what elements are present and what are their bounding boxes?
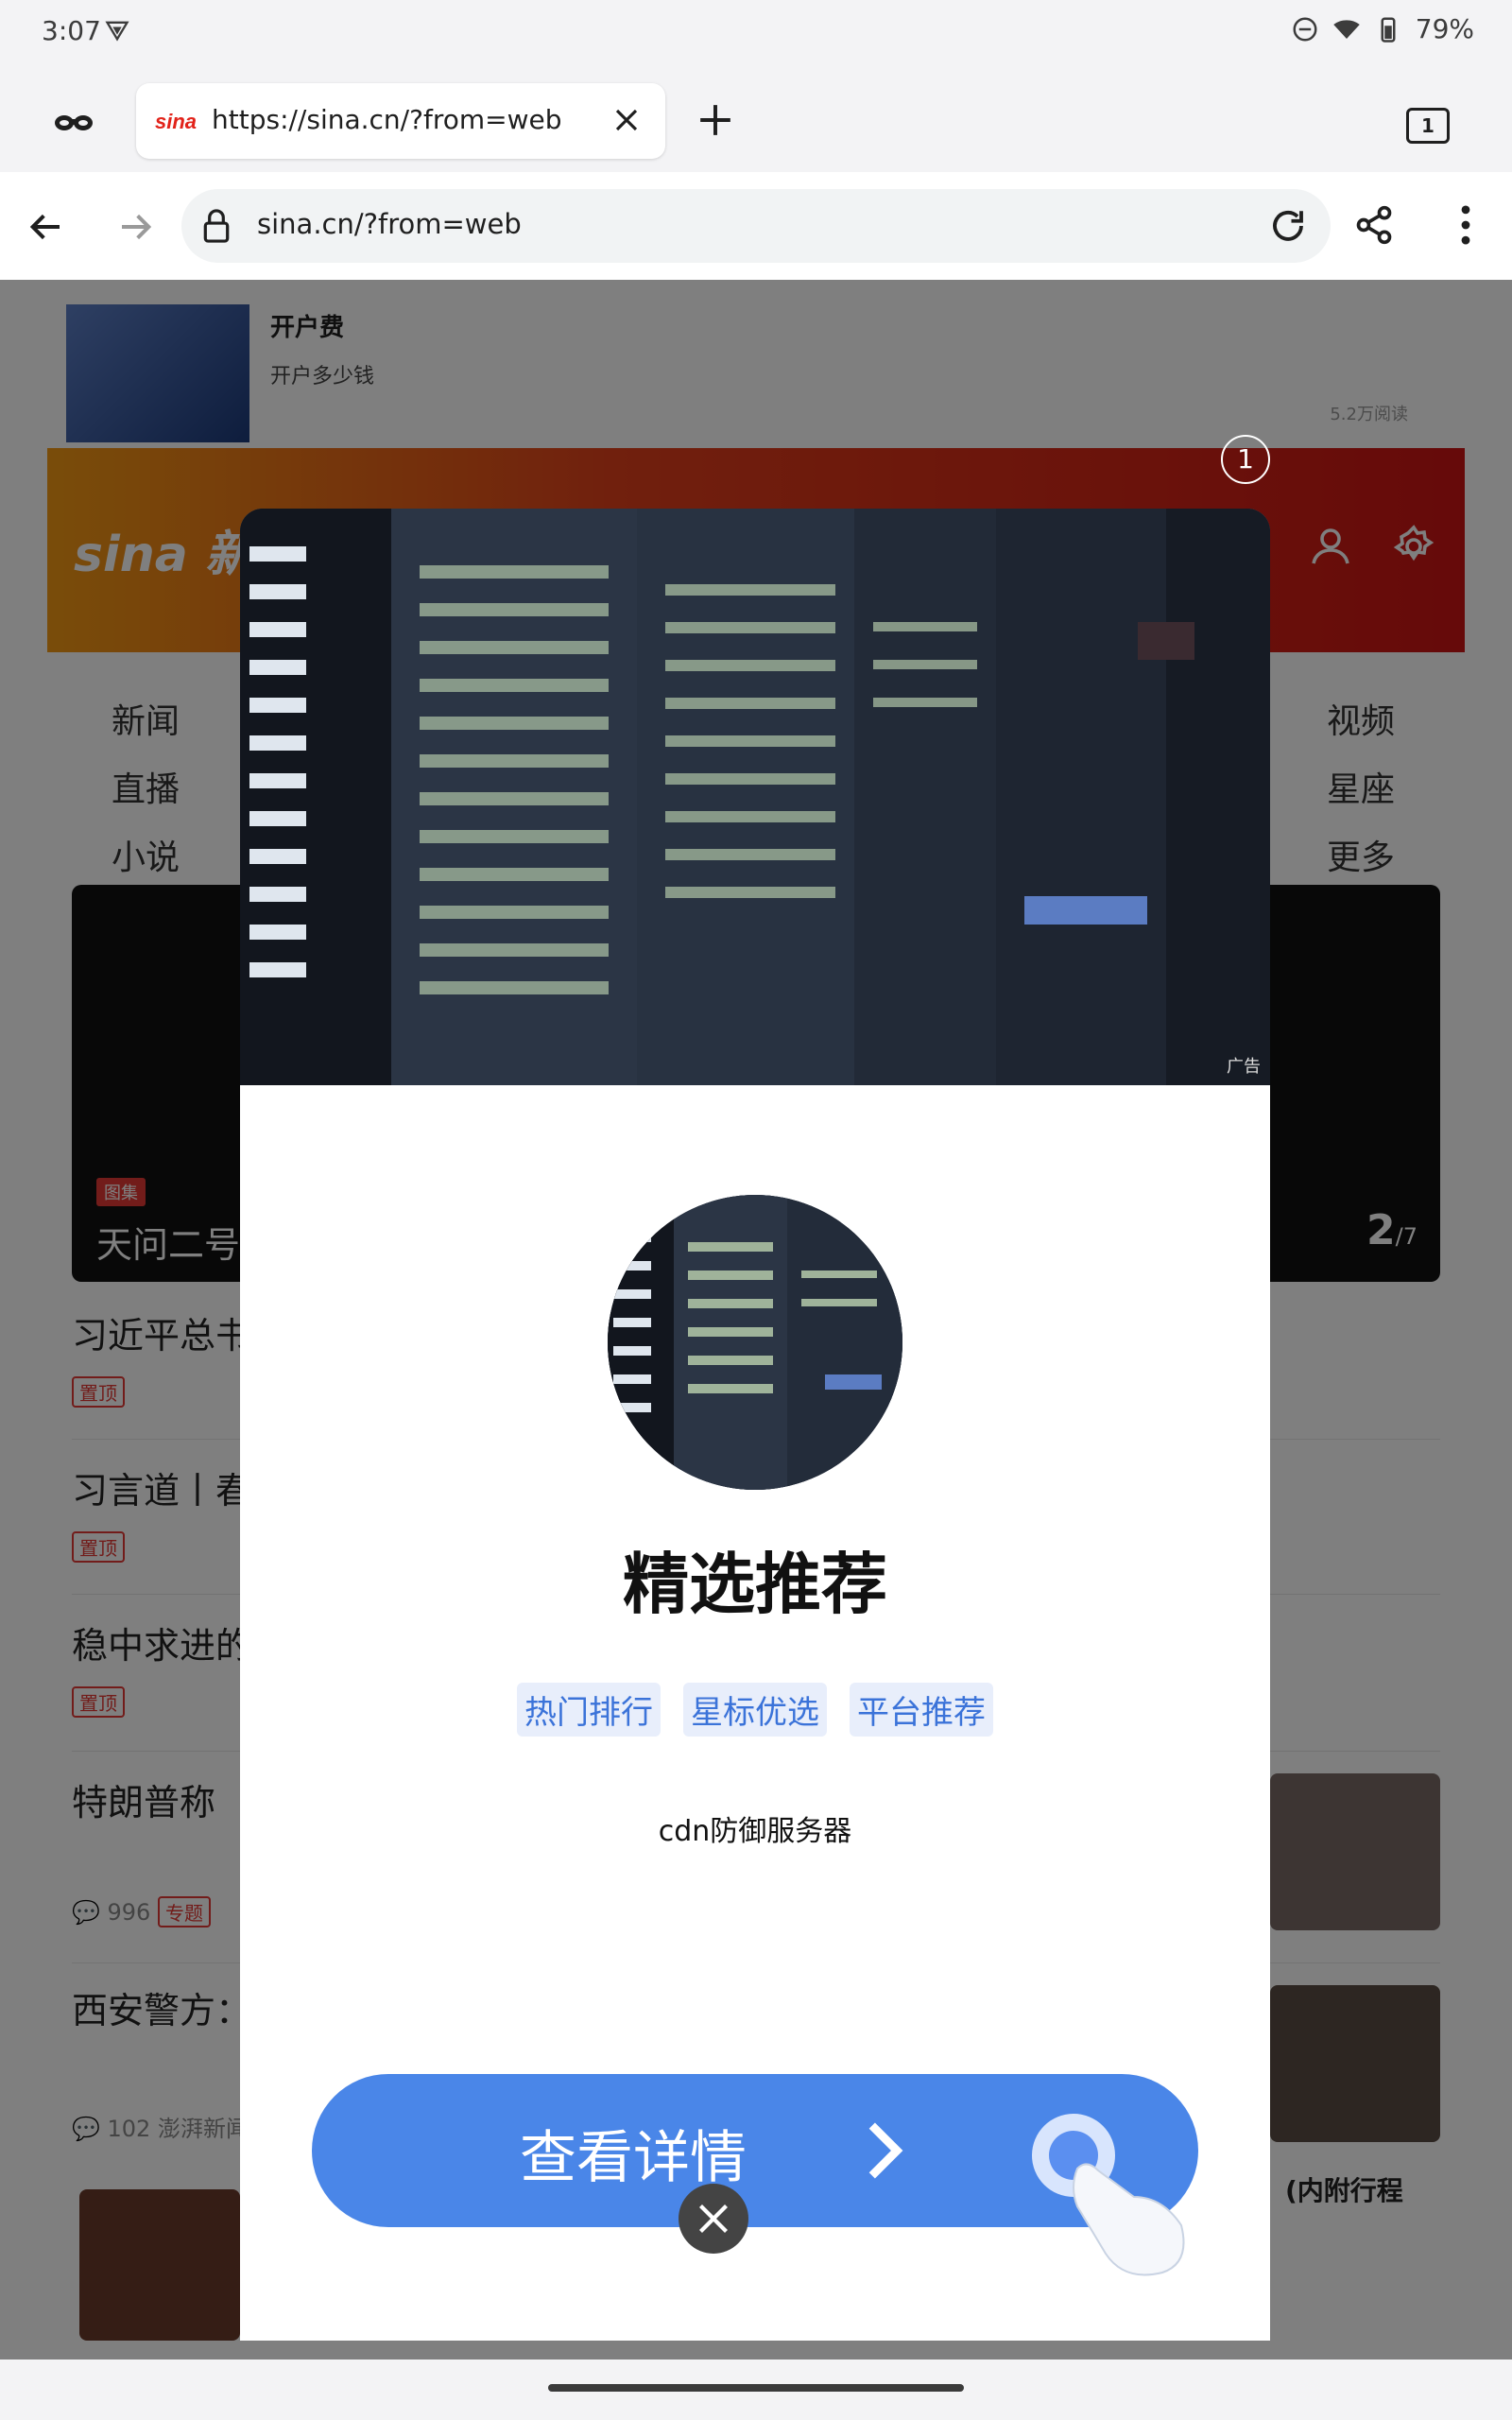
battery-level: 79% xyxy=(1415,13,1474,44)
share-icon[interactable] xyxy=(1353,204,1395,246)
ad-countdown: 1 xyxy=(1221,435,1270,484)
popup-description: cdn防御服务器 xyxy=(658,1815,852,1848)
close-icon xyxy=(699,2204,728,2233)
svg-text:sina: sina xyxy=(155,110,197,133)
address-bar[interactable]: sina.cn/?from=web xyxy=(181,189,1331,263)
popup-tags: 热门排行 星标优选 平台推荐 xyxy=(240,1683,1270,1737)
status-time: 3:07 xyxy=(42,15,101,46)
popup-hero-image[interactable]: 广告 xyxy=(240,509,1270,1085)
browser-toolbar: sina.cn/?from=web xyxy=(0,172,1512,280)
tag-star-selection: 星标优选 xyxy=(683,1683,827,1737)
new-tab-icon[interactable] xyxy=(697,102,733,138)
vpn-icon xyxy=(105,21,129,42)
status-bar: 3:07 79% xyxy=(0,0,1512,68)
chevron-right-icon xyxy=(868,2122,903,2179)
tab-sina[interactable]: sina https://sina.cn/?from=web xyxy=(136,83,665,159)
server-rack-image xyxy=(240,509,1270,1085)
popup-title: 精选推荐 xyxy=(623,1546,887,1623)
view-details-button[interactable]: 查看详情 xyxy=(312,2074,1198,2276)
tab-switcher-button[interactable]: 1 xyxy=(1406,108,1450,144)
do-not-disturb-icon xyxy=(1293,17,1317,41)
battery-icon xyxy=(1381,17,1396,43)
server-avatar-image xyxy=(608,1195,902,1490)
wifi-icon xyxy=(1333,19,1360,39)
tap-hand-icon xyxy=(1032,2114,1185,2276)
tag-hot-ranking: 热门排行 xyxy=(517,1683,661,1737)
lock-icon[interactable] xyxy=(202,208,231,244)
forward-icon[interactable] xyxy=(117,208,155,246)
gesture-handle[interactable] xyxy=(548,2384,964,2392)
reload-icon[interactable] xyxy=(1268,206,1308,246)
tab-title: https://sina.cn/?from=web xyxy=(212,104,562,135)
cta-label: 查看详情 xyxy=(520,2125,747,2191)
sina-favicon-icon: sina xyxy=(155,110,197,133)
ad-popup: 广告 精选推荐 热门排行 星标优选 平台推荐 cdn防御服务器 查看详情 xyxy=(240,509,1270,2341)
close-tab-icon[interactable] xyxy=(612,106,641,134)
incognito-icon[interactable] xyxy=(53,106,94,136)
popup-avatar xyxy=(608,1195,902,1490)
close-popup-button[interactable] xyxy=(679,2184,748,2254)
tab-strip: sina https://sina.cn/?from=web 1 xyxy=(0,68,1512,172)
back-icon[interactable] xyxy=(26,208,64,246)
more-options-icon[interactable] xyxy=(1452,204,1480,246)
ad-label: 广告 xyxy=(1227,1057,1261,1077)
tag-platform-recommend: 平台推荐 xyxy=(850,1683,993,1737)
status-indicators: 79% xyxy=(1291,13,1474,44)
url-text[interactable]: sina.cn/?from=web xyxy=(257,208,522,240)
